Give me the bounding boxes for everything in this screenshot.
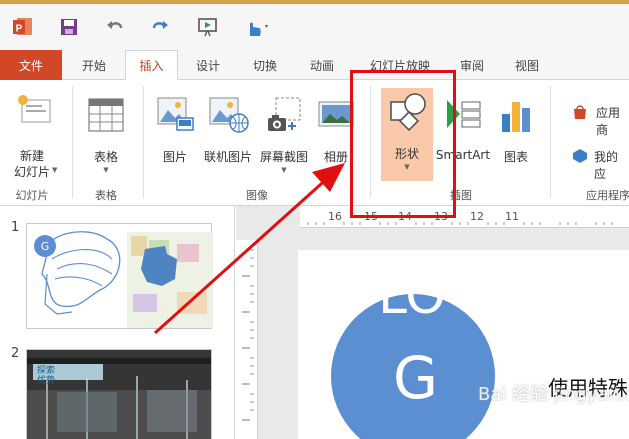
annotation-arrow <box>153 163 345 335</box>
watermark: Bai 经验 jingyan.baidu.com <box>478 384 629 405</box>
powerpoint-window: P 文件 开始 插入 设计 切换 动画 幻灯片放映 审阅 视图 新建 幻灯片 ▼… <box>0 0 629 439</box>
